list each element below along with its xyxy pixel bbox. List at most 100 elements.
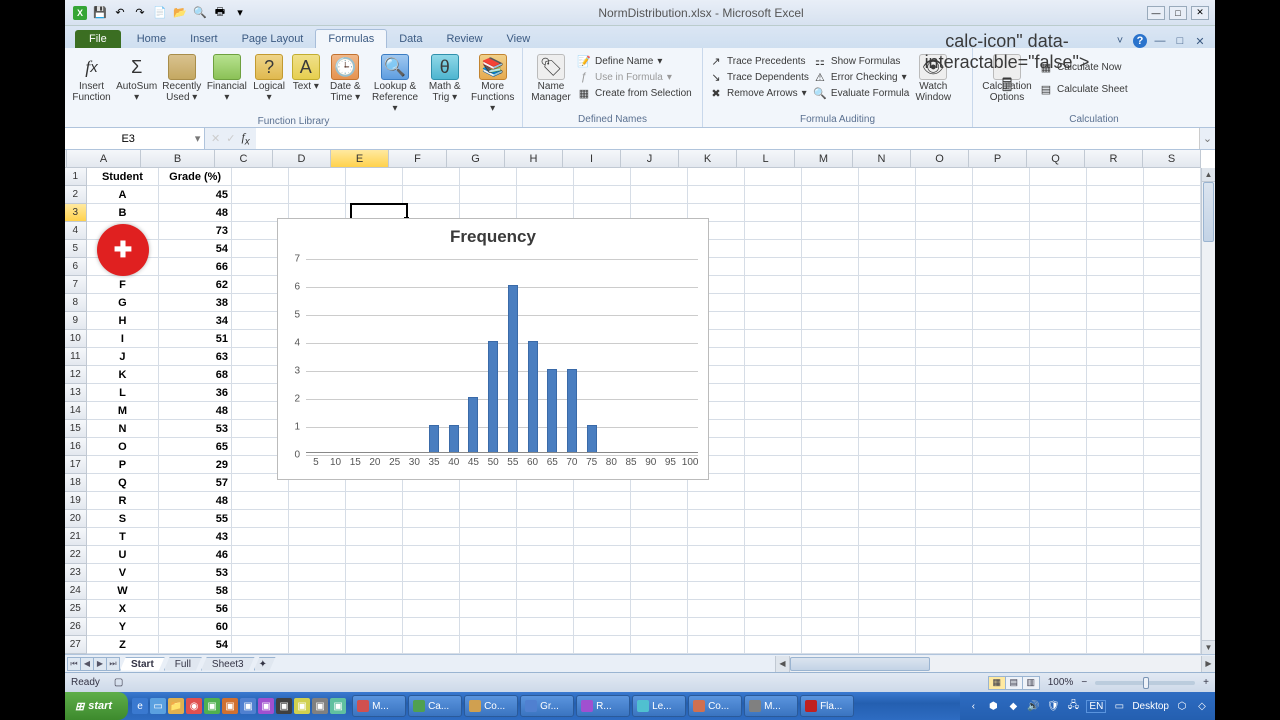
column-header-A[interactable]: A	[67, 150, 141, 168]
date-time-button[interactable]: 🕒 Date & Time ▾	[325, 52, 366, 103]
cell-L17[interactable]	[745, 456, 802, 474]
cell-S13[interactable]	[1144, 384, 1201, 402]
cell-E2[interactable]	[346, 186, 403, 204]
cell-O17[interactable]	[916, 456, 973, 474]
cell-E19[interactable]	[346, 492, 403, 510]
cell-Q13[interactable]	[1030, 384, 1087, 402]
cell-B16[interactable]: 65	[159, 438, 232, 456]
cell-C20[interactable]	[232, 510, 289, 528]
cell-B19[interactable]: 48	[159, 492, 232, 510]
cell-Q12[interactable]	[1030, 366, 1087, 384]
cell-B6[interactable]: 66	[159, 258, 232, 276]
cell-N17[interactable]	[859, 456, 916, 474]
cell-L11[interactable]	[745, 348, 802, 366]
cell-L19[interactable]	[745, 492, 802, 510]
cell-J23[interactable]	[631, 564, 688, 582]
lookup-reference-button[interactable]: 🔍 Lookup & Reference ▾	[370, 52, 420, 114]
cell-R20[interactable]	[1087, 510, 1144, 528]
cell-Q20[interactable]	[1030, 510, 1087, 528]
cell-J19[interactable]	[631, 492, 688, 510]
cell-R16[interactable]	[1087, 438, 1144, 456]
cell-P26[interactable]	[973, 618, 1030, 636]
cell-Q27[interactable]	[1030, 636, 1087, 654]
cell-M9[interactable]	[802, 312, 859, 330]
cell-K19[interactable]	[688, 492, 745, 510]
cell-M27[interactable]	[802, 636, 859, 654]
cell-M3[interactable]	[802, 204, 859, 222]
cell-B24[interactable]: 58	[159, 582, 232, 600]
cell-E21[interactable]	[346, 528, 403, 546]
cell-O26[interactable]	[916, 618, 973, 636]
cell-H25[interactable]	[517, 600, 574, 618]
cell-E24[interactable]	[346, 582, 403, 600]
cell-Q11[interactable]	[1030, 348, 1087, 366]
cell-Q8[interactable]	[1030, 294, 1087, 312]
ql-app4-icon[interactable]: ▣	[258, 698, 274, 714]
cell-P14[interactable]	[973, 402, 1030, 420]
row-header-24[interactable]: 24	[65, 582, 87, 600]
row-header-16[interactable]: 16	[65, 438, 87, 456]
cell-A14[interactable]: M	[87, 402, 160, 420]
cell-B3[interactable]: 48	[159, 204, 232, 222]
row-header-10[interactable]: 10	[65, 330, 87, 348]
math-trig-button[interactable]: θ Math & Trig ▾	[424, 52, 465, 103]
cell-O3[interactable]	[916, 204, 973, 222]
hscroll-thumb[interactable]	[790, 657, 930, 671]
column-header-D[interactable]: D	[273, 150, 331, 168]
tab-nav-next-icon[interactable]: ▶	[93, 657, 107, 671]
row-header-8[interactable]: 8	[65, 294, 87, 312]
cell-D26[interactable]	[289, 618, 346, 636]
cell-R26[interactable]	[1087, 618, 1144, 636]
cell-G20[interactable]	[460, 510, 517, 528]
tab-home[interactable]: Home	[125, 30, 178, 48]
tab-insert[interactable]: Insert	[178, 30, 230, 48]
cell-J21[interactable]	[631, 528, 688, 546]
cell-L27[interactable]	[745, 636, 802, 654]
sheet-tab-full[interactable]: Full	[164, 657, 202, 671]
cell-P13[interactable]	[973, 384, 1030, 402]
cell-N18[interactable]	[859, 474, 916, 492]
cell-P2[interactable]	[973, 186, 1030, 204]
cell-N1[interactable]	[859, 168, 916, 186]
cell-G23[interactable]	[460, 564, 517, 582]
cell-O19[interactable]	[916, 492, 973, 510]
cell-M22[interactable]	[802, 546, 859, 564]
cell-R14[interactable]	[1087, 402, 1144, 420]
cell-Q22[interactable]	[1030, 546, 1087, 564]
cell-S4[interactable]	[1144, 222, 1201, 240]
chart-bar[interactable]	[429, 425, 439, 453]
horizontal-scrollbar[interactable]: ◀ ▶	[775, 656, 1215, 672]
cell-L3[interactable]	[745, 204, 802, 222]
zoom-level[interactable]: 100%	[1048, 677, 1074, 688]
cell-A23[interactable]: V	[87, 564, 160, 582]
cell-G24[interactable]	[460, 582, 517, 600]
cell-C23[interactable]	[232, 564, 289, 582]
quick-print-icon[interactable]: 🖶	[213, 6, 227, 20]
autosum-button[interactable]: Σ AutoSum ▾	[116, 52, 157, 103]
cell-N4[interactable]	[859, 222, 916, 240]
cell-K22[interactable]	[688, 546, 745, 564]
cell-I23[interactable]	[574, 564, 631, 582]
cell-N27[interactable]	[859, 636, 916, 654]
cell-O1[interactable]	[916, 168, 973, 186]
doc-minimize-icon[interactable]: —	[1153, 34, 1167, 48]
embedded-chart[interactable]: Frequency 01234567 510152025303540455055…	[277, 218, 709, 480]
cell-D24[interactable]	[289, 582, 346, 600]
chart-bar[interactable]	[488, 341, 498, 453]
cell-S24[interactable]	[1144, 582, 1201, 600]
cell-L16[interactable]	[745, 438, 802, 456]
cell-Q1[interactable]	[1030, 168, 1087, 186]
cell-H27[interactable]	[517, 636, 574, 654]
cell-B25[interactable]: 56	[159, 600, 232, 618]
row-header-18[interactable]: 18	[65, 474, 87, 492]
tab-file[interactable]: File	[75, 30, 121, 48]
cell-K20[interactable]	[688, 510, 745, 528]
cell-B5[interactable]: 54	[159, 240, 232, 258]
column-header-G[interactable]: G	[447, 150, 505, 168]
row-header-6[interactable]: 6	[65, 258, 87, 276]
cell-A16[interactable]: O	[87, 438, 160, 456]
cell-M26[interactable]	[802, 618, 859, 636]
cell-A7[interactable]: F	[87, 276, 160, 294]
cell-B18[interactable]: 57	[159, 474, 232, 492]
cell-L23[interactable]	[745, 564, 802, 582]
